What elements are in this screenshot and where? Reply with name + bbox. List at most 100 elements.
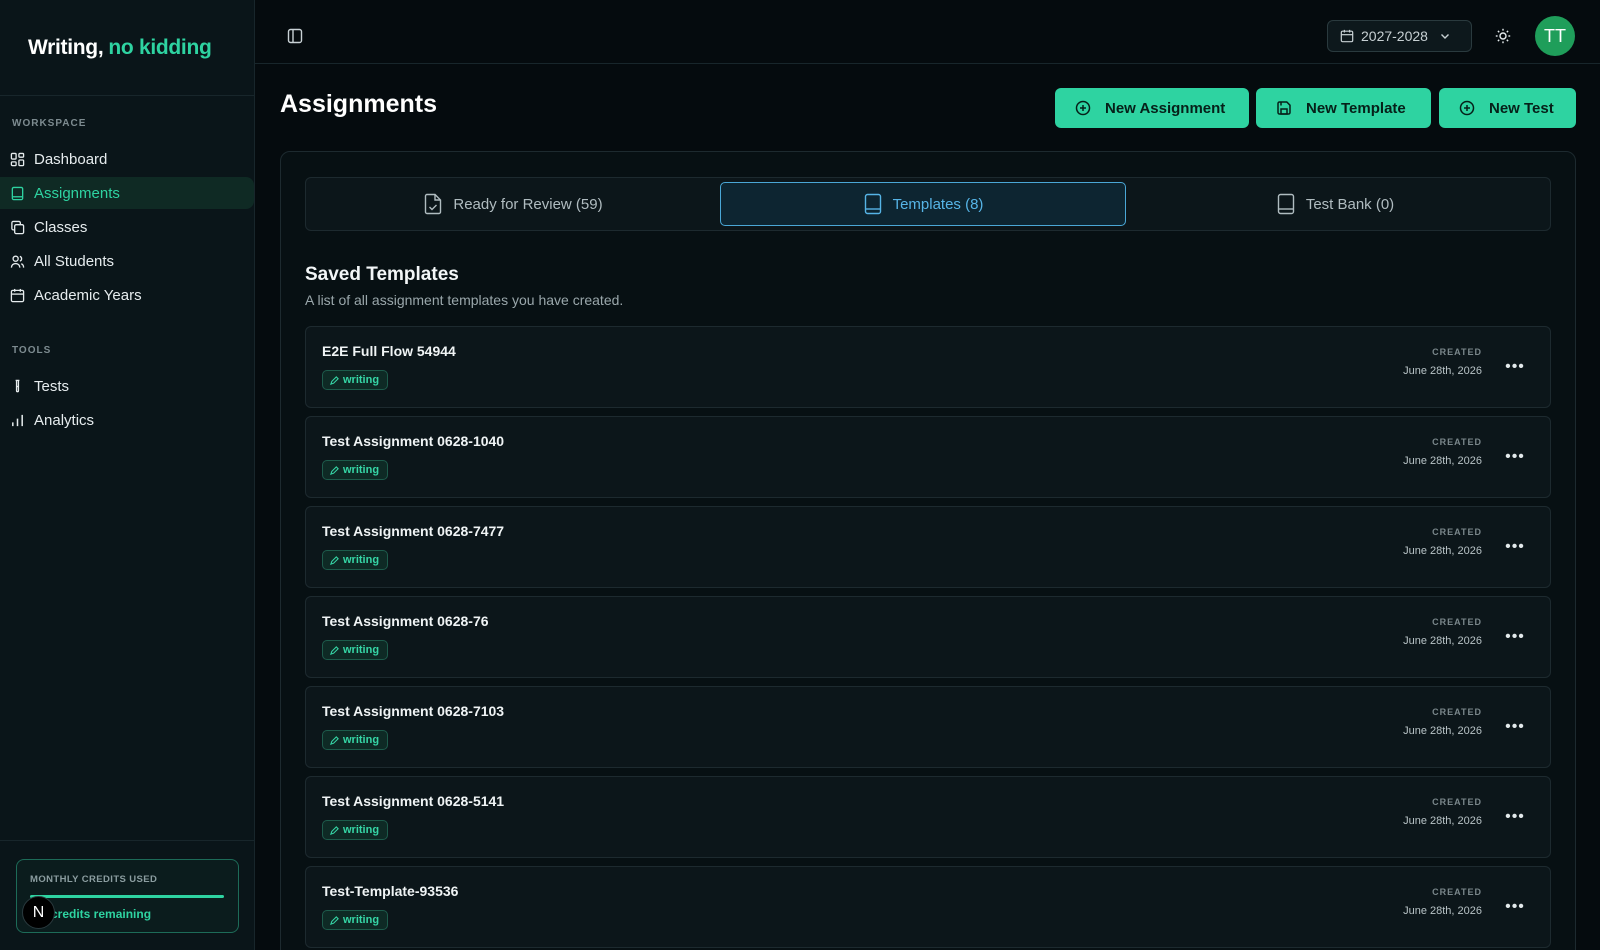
new-template-button[interactable]: New Template [1256,88,1431,128]
page-title: Assignments [280,90,437,118]
brand-part-1: Writing, [28,35,104,59]
credits-remaining-text: credits remaining [51,907,152,921]
sidebar-item-label: Academic Years [34,286,142,304]
more-options-icon[interactable]: ••• [1505,627,1525,647]
tab-ready-for-review[interactable]: Ready for Review (59) [310,182,716,226]
template-row[interactable]: Test Assignment 0628-76 writing CREATED … [305,596,1551,678]
academic-year-select[interactable]: 2027-2028 [1327,20,1472,52]
new-test-button[interactable]: New Test [1439,88,1576,128]
badge-label: writing [343,374,380,386]
more-options-icon[interactable]: ••• [1505,537,1525,557]
badge-label: writing [343,734,380,746]
bar-chart-icon [12,414,23,426]
button-label: New Template [1306,99,1406,117]
avatar[interactable]: TT [1535,16,1575,56]
button-label: New Test [1489,99,1554,117]
sidebar-item-classes[interactable]: Classes [0,211,254,243]
save-icon [1277,101,1291,115]
template-type-badge: writing [322,910,389,930]
book-icon [864,193,881,215]
tab-test-bank[interactable]: Test Bank (0) [1132,182,1538,226]
assignments-card: Ready for Review (59) Templates (8) Test… [280,151,1576,950]
more-options-icon[interactable]: ••• [1505,807,1525,827]
sidebar-item-tests[interactable]: Tests [0,370,254,402]
n-badge[interactable]: N [22,896,55,929]
template-type-badge: writing [322,730,389,750]
badge-label: writing [343,464,380,476]
more-options-icon[interactable]: ••• [1505,717,1525,737]
template-type-badge: writing [322,460,389,480]
more-options-icon[interactable]: ••• [1505,897,1525,917]
more-options-icon[interactable]: ••• [1505,357,1525,377]
calendar-icon [10,288,25,302]
created-date: June 28th, 2026 [1403,635,1482,647]
created-date: June 28th, 2026 [1403,725,1482,737]
book-icon [1277,193,1295,215]
template-row[interactable]: Test Assignment 0628-7103 writing CREATE… [305,686,1551,768]
plus-circle-icon [1459,100,1475,116]
new-assignment-button[interactable]: New Assignment [1055,88,1249,128]
tab-label: Ready for Review (59) [453,195,603,213]
file-check-icon [425,193,442,215]
sidebar-item-label: Assignments [34,184,120,202]
main-content: 2027-2028 TT Assignments New Assignment … [255,0,1600,950]
template-name: Test Assignment 0628-7477 [322,523,505,539]
sidebar: Writing, no kidding WORKSPACE Dashboard … [0,0,255,950]
more-options-icon[interactable]: ••• [1505,447,1525,467]
pencil-icon [330,375,339,385]
sun-icon[interactable] [1495,28,1511,44]
template-name: Test Assignment 0628-7103 [322,703,505,719]
chevron-down-icon [1440,34,1449,39]
sidebar-item-analytics[interactable]: Analytics [0,404,254,436]
created-label: CREATED [1432,347,1482,357]
tab-label: Test Bank (0) [1305,195,1395,213]
template-type-badge: writing [322,820,389,840]
template-row[interactable]: Test Assignment 0628-7477 writing CREATE… [305,506,1551,588]
created-label: CREATED [1432,527,1482,537]
assignment-tabs: Ready for Review (59) Templates (8) Test… [305,177,1551,231]
sidebar-item-academic-years[interactable]: Academic Years [0,279,254,311]
pencil-icon [330,645,339,655]
pencil-icon [330,915,339,925]
tab-templates[interactable]: Templates (8) [720,182,1126,226]
sidebar-item-label: All Students [34,252,115,270]
section-title: Saved Templates [305,264,459,285]
section-subtitle: A list of all assignment templates you h… [305,292,624,308]
sidebar-item-all-students[interactable]: All Students [0,245,254,277]
created-label: CREATED [1432,437,1482,447]
pencil-icon [330,735,339,745]
sidebar-item-dashboard[interactable]: Dashboard [0,143,254,175]
tab-label: Templates (8) [892,195,984,213]
template-type-badge: writing [322,550,389,570]
calendar-icon [1340,29,1354,43]
badge-label: writing [343,914,380,926]
sidebar-toggle-icon[interactable] [287,28,303,44]
badge-label: writing [343,824,380,836]
workspace-heading: WORKSPACE [12,118,87,129]
app: Writing, no kidding WORKSPACE Dashboard … [0,0,1600,950]
template-row[interactable]: Test Assignment 0628-5141 writing CREATE… [305,776,1551,858]
sidebar-item-assignments[interactable]: Assignments [0,177,254,209]
copy-icon [11,220,25,234]
plus-circle-icon [1075,100,1091,116]
credits-progress-fill [30,895,224,898]
created-date: June 28th, 2026 [1403,815,1482,827]
academic-year-value: 2027-2028 [1361,28,1428,44]
sidebar-item-label: Analytics [34,411,95,429]
tools-heading: TOOLS [12,345,52,356]
template-row[interactable]: Test Assignment 0628-1040 writing CREATE… [305,416,1551,498]
brand-logo[interactable]: Writing, no kidding [0,0,254,96]
template-name: E2E Full Flow 54944 [322,343,456,359]
sidebar-item-label: Classes [34,218,88,236]
template-row[interactable]: Test-Template-93536 writing CREATED June… [305,866,1551,948]
template-name: Test Assignment 0628-1040 [322,433,505,449]
template-type-badge: writing [322,640,389,660]
created-date: June 28th, 2026 [1403,905,1482,917]
credits-card: MONTHLY CREDITS USED credits remaining N [16,859,239,933]
template-row[interactable]: E2E Full Flow 54944 writing CREATED June… [305,326,1551,408]
template-type-badge: writing [322,370,389,390]
template-name: Test-Template-93536 [322,883,459,899]
sidebar-item-label: Tests [34,377,70,395]
created-date: June 28th, 2026 [1403,365,1482,377]
template-name: Test Assignment 0628-76 [322,613,489,629]
